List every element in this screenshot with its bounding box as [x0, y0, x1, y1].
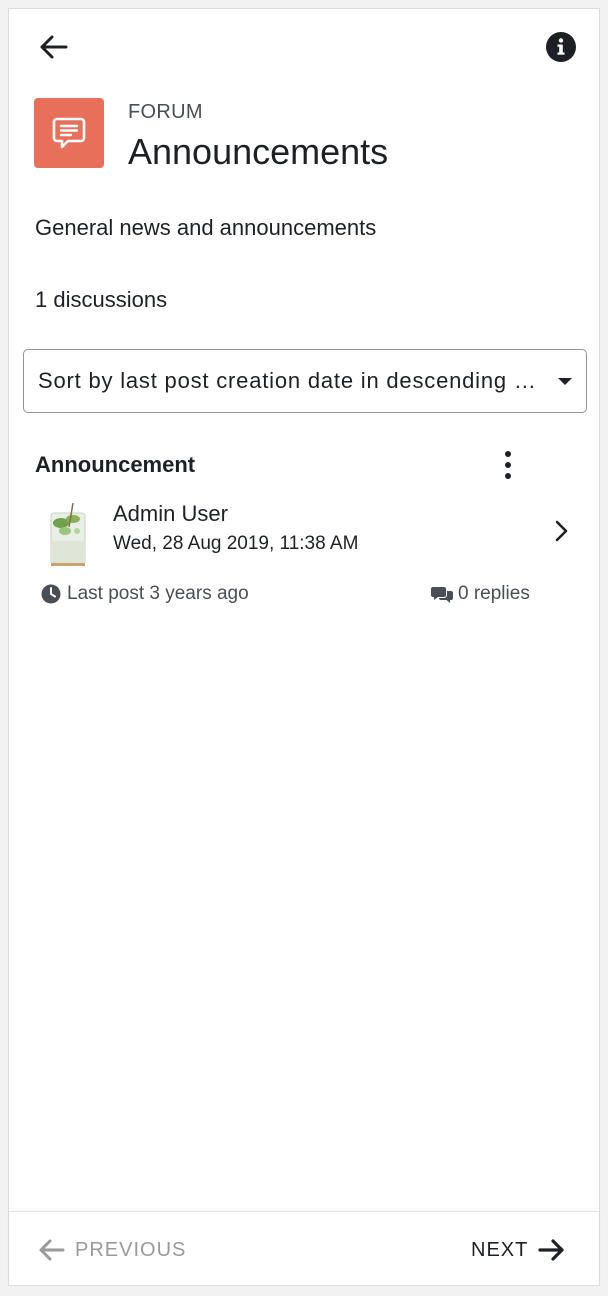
clock-icon: [41, 584, 61, 604]
discussion-options-button[interactable]: [493, 445, 523, 485]
discussion-row[interactable]: Admin User Wed, 28 Aug 2019, 11:38 AM: [35, 499, 575, 575]
previous-button[interactable]: PREVIOUS: [37, 1232, 186, 1268]
avatar: [50, 502, 86, 566]
info-circle-icon: [546, 32, 576, 62]
replies-count: 0 replies: [458, 583, 530, 604]
more-vertical-icon-dot: [505, 462, 511, 468]
next-button[interactable]: NEXT: [471, 1232, 566, 1268]
top-bar: [9, 9, 599, 85]
forum-activity-icon: [34, 98, 104, 168]
last-post-text: Last post 3 years ago: [67, 583, 249, 604]
discussion-count: 1 discussions: [35, 287, 168, 312]
arrow-right-icon: [538, 1239, 564, 1261]
forum-page: FORUM Announcements General news and ann…: [8, 8, 600, 1286]
more-vertical-icon: [505, 451, 511, 457]
more-vertical-icon-dot: [505, 473, 511, 479]
activity-type-label: FORUM: [128, 101, 203, 123]
chevron-right-icon: [555, 520, 568, 542]
info-button[interactable]: [543, 29, 579, 65]
sort-select[interactable]: Sort by last post creation date in desce…: [23, 349, 587, 413]
caret-down-icon: [558, 377, 572, 385]
comments-icon: [431, 587, 453, 603]
discussion-subject: Announcement: [35, 452, 196, 477]
back-button[interactable]: [35, 29, 71, 65]
arrow-left-icon: [40, 35, 68, 59]
replies-info: 0 replies: [431, 583, 530, 605]
discussion-date: Wed, 28 Aug 2019, 11:38 AM: [113, 533, 359, 554]
discussion-author: Admin User: [113, 501, 228, 526]
previous-label: PREVIOUS: [75, 1238, 187, 1261]
forum-chat-bubble-icon: [52, 117, 86, 149]
forum-description: General news and announcements: [35, 215, 377, 240]
page-title: Announcements: [128, 131, 389, 172]
next-label: NEXT: [471, 1238, 529, 1261]
arrow-left-icon: [39, 1239, 65, 1261]
last-post-info: Last post 3 years ago: [41, 583, 249, 605]
sort-selected-label: Sort by last post creation date in desce…: [38, 368, 542, 393]
bottom-navigation: PREVIOUS NEXT: [9, 1211, 599, 1288]
